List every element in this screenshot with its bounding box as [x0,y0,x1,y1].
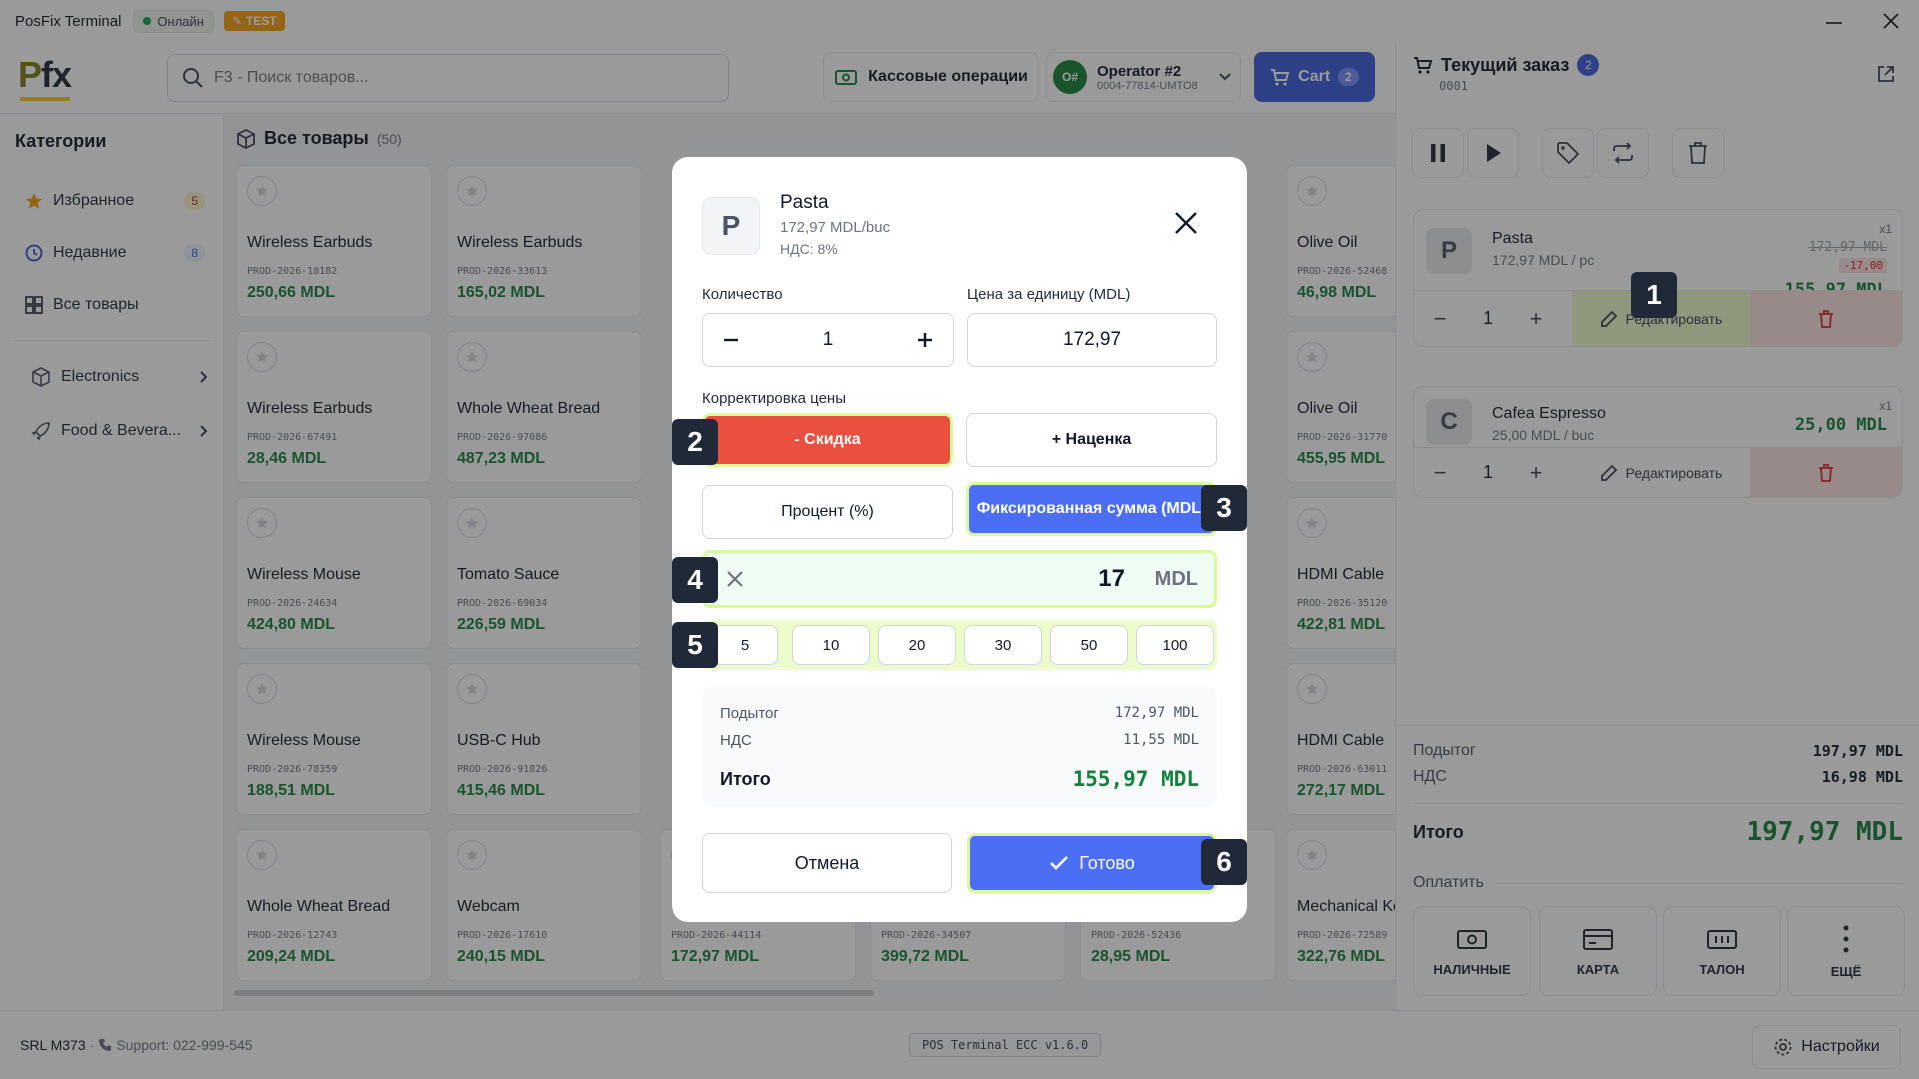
plus-icon [918,333,932,347]
unit-price-input[interactable] [967,313,1217,367]
percent-mode-toggle[interactable]: Процент (%) [702,485,953,539]
quick-amount-5[interactable]: 5 [712,625,778,665]
close-icon [1172,209,1200,237]
quick-amount-50[interactable]: 50 [1050,625,1128,665]
summary-subtotal: 172,97 MDL [1114,705,1199,721]
edit-item-dialog: P Pasta 172,97 MDL/buc НДС: 8% Количеств… [672,157,1247,922]
close-icon [727,571,743,587]
item-vat: НДС: 8% [780,241,838,257]
summary-total: 155,97 MDL [1072,767,1199,791]
done-button[interactable]: Готово [967,833,1217,893]
step-marker-3: 3 [1201,485,1247,531]
decrease-qty-button[interactable] [703,331,759,349]
summary-vat-label: НДС [720,732,752,749]
step-marker-2: 2 [672,419,718,465]
quick-amounts: 5 10 20 30 50 100 [702,620,1217,670]
quantity-stepper [702,313,954,367]
check-icon [1049,855,1069,871]
quick-amount-20[interactable]: 20 [878,625,956,665]
quantity-label: Количество [702,286,783,303]
item-unit-price: 172,97 MDL/buc [780,219,891,236]
amount-currency: MDL [1154,567,1198,590]
quantity-input[interactable] [759,329,897,351]
step-marker-1: 1 [1631,272,1677,318]
step-marker-6: 6 [1201,839,1247,885]
summary-total-label: Итого [720,768,771,789]
summary-vat: 11,55 MDL [1123,732,1199,748]
cancel-button[interactable]: Отмена [702,833,952,893]
quick-amount-100[interactable]: 100 [1136,625,1214,665]
unit-price-label: Цена за единицу (MDL) [967,286,1131,303]
adjust-amount-field: MDL [702,550,1217,608]
quick-amount-10[interactable]: 10 [792,625,870,665]
minus-icon [724,338,738,342]
discount-toggle[interactable]: - Скидка [702,413,953,467]
dialog-close-button[interactable] [1172,209,1200,237]
summary-subtotal-label: Подытог [720,705,779,722]
adjust-amount-input[interactable] [765,565,1125,593]
fixed-amount-mode-toggle[interactable]: Фиксированная сумма (MDL) [966,482,1217,536]
price-adjust-label: Корректировка цены [702,390,846,407]
item-name: Pasta [780,192,829,213]
step-marker-5: 5 [672,622,718,668]
price-summary: Подытог 172,97 MDL НДС 11,55 MDL Итого 155,… [702,687,1217,807]
increase-qty-button[interactable] [897,331,953,349]
step-marker-4: 4 [672,557,718,603]
quick-amount-30[interactable]: 30 [964,625,1042,665]
markup-toggle[interactable]: + Наценка [966,413,1217,467]
item-avatar: P [702,197,760,255]
